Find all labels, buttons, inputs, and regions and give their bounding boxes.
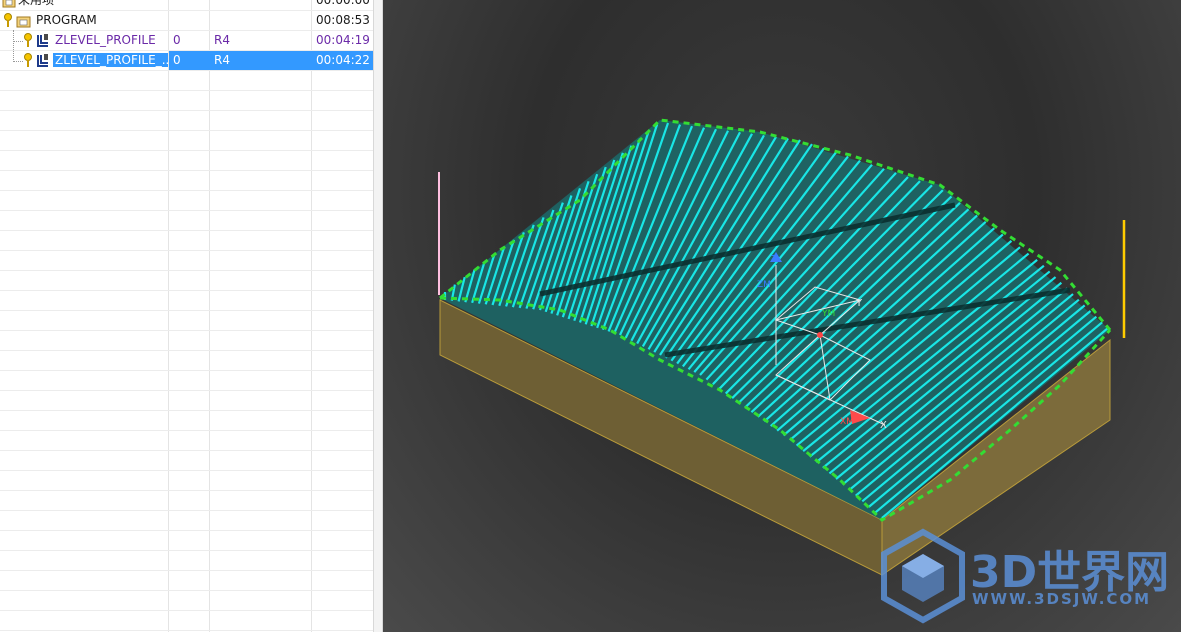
axis-label-y: Y xyxy=(855,298,863,309)
empty-row xyxy=(0,71,373,91)
empty-row xyxy=(0,311,373,331)
tree-row-label-text: ZLEVEL_PROFILE_... xyxy=(53,53,168,67)
watermark: 3D世界网 WWW.3DSJW.COM xyxy=(878,528,1178,624)
tree-row-column-b: R4 xyxy=(214,33,230,47)
empty-row xyxy=(0,511,373,531)
empty-row xyxy=(0,131,373,151)
empty-row xyxy=(0,491,373,511)
empty-row xyxy=(0,531,373,551)
empty-row xyxy=(0,291,373,311)
empty-row xyxy=(0,431,373,451)
empty-row xyxy=(0,351,373,371)
tree-row-operation[interactable]: ZLEVEL_PROFILE 0 R4 00:04:19 xyxy=(0,31,373,51)
watermark-url: WWW.3DSJW.COM xyxy=(972,590,1152,608)
empty-row xyxy=(0,331,373,351)
operation-navigator: 未用项 00:00:00 PROGRAM 00:08:53 ZLEVEL_PRO… xyxy=(0,0,373,632)
empty-row xyxy=(0,271,373,291)
empty-row xyxy=(0,111,373,131)
empty-row xyxy=(0,611,373,631)
empty-row xyxy=(0,471,373,491)
tree-row-column-a: 0 xyxy=(169,51,213,70)
axis-label-xm: XM xyxy=(840,417,854,427)
empty-row xyxy=(0,211,373,231)
empty-row xyxy=(0,151,373,171)
tree-row-column-a: 0 xyxy=(173,33,181,47)
tree-row-time: 00:08:53 xyxy=(316,13,370,27)
axis-label-zm: ZM xyxy=(757,280,771,290)
tree-row-label: PROGRAM xyxy=(36,13,97,27)
empty-row xyxy=(0,571,373,591)
empty-row xyxy=(0,411,373,431)
tree-row-time: 00:04:22 xyxy=(312,51,373,70)
empty-row xyxy=(0,371,373,391)
tree-row-operation-selected[interactable]: ZLEVEL_PROFILE_... 0 R4 00:04:22 xyxy=(0,51,373,71)
empty-row xyxy=(0,391,373,411)
wcs-origin xyxy=(817,332,823,338)
tree-row-label: ZLEVEL_PROFILE xyxy=(55,33,156,47)
empty-row xyxy=(0,591,373,611)
empty-row xyxy=(0,231,373,251)
tree-row-label: ZLEVEL_PROFILE_... xyxy=(53,51,168,70)
axis-label-z: Z xyxy=(771,254,778,265)
tree-row-program[interactable]: PROGRAM 00:08:53 xyxy=(0,11,373,31)
empty-row xyxy=(0,551,373,571)
empty-row xyxy=(0,191,373,211)
tree-row-time: 00:04:19 xyxy=(316,33,370,47)
empty-row xyxy=(0,171,373,191)
tree-row-time: 00:00:00 xyxy=(316,0,370,7)
tree-row-column-b: R4 xyxy=(210,51,315,70)
empty-row xyxy=(0,451,373,471)
watermark-cube-icon xyxy=(881,528,965,624)
panel-splitter[interactable] xyxy=(373,0,383,632)
empty-row xyxy=(0,91,373,111)
axis-label-ym: YM xyxy=(821,309,835,319)
empty-row xyxy=(0,251,373,271)
tree-row-unused[interactable]: 未用项 00:00:00 xyxy=(0,0,373,11)
graphics-viewport[interactable]: Z ZM Y YM X XM 3D世界网 WWW.3DSJW.COM xyxy=(383,0,1181,632)
axis-label-x: X xyxy=(880,420,887,431)
tree-row-label: 未用项 xyxy=(18,0,55,7)
